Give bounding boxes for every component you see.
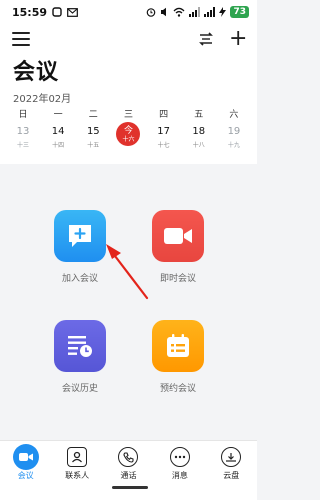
weekday-label: 六: [229, 110, 239, 120]
notification-icon: [52, 7, 62, 17]
tab-messages-label: 消息: [171, 471, 188, 480]
tab-cloud-label: 云盘: [223, 471, 240, 480]
history-icon: [54, 320, 106, 372]
lunar-label: 十八: [192, 142, 205, 149]
calendar-day[interactable]: 一 14 十四: [43, 107, 73, 149]
date-label: 15: [86, 126, 100, 137]
cloud-icon: [221, 447, 242, 467]
join-meeting-label: 加入会议: [61, 274, 98, 284]
lunar-label: 十五: [87, 142, 100, 149]
contacts-icon: [67, 447, 88, 467]
mail-icon: [67, 7, 78, 17]
join-meeting-button[interactable]: 加入会议: [40, 210, 120, 284]
meeting-history-button[interactable]: 会议历史: [40, 320, 120, 394]
meeting-history-label: 会议历史: [61, 384, 98, 394]
weekday-label: 日: [18, 110, 28, 120]
tab-calls-label: 通话: [120, 471, 137, 480]
today-marker: 今 十六: [116, 122, 141, 146]
message-icon: [169, 447, 190, 467]
lunar-label: 十七: [157, 142, 170, 149]
join-meeting-icon: [54, 210, 106, 262]
phone-icon: [118, 447, 139, 467]
tab-meeting[interactable]: 会议: [4, 444, 48, 500]
signal-icon: [189, 7, 201, 17]
mute-icon: [161, 7, 167, 17]
wifi-icon: [174, 7, 185, 17]
meeting-tab-icon: [12, 444, 39, 470]
lunar-label: 十四: [52, 142, 65, 149]
add-icon[interactable]: +: [229, 28, 247, 50]
signal-2-icon: [204, 7, 216, 17]
tab-cloud[interactable]: 云盘: [209, 447, 253, 500]
bottom-nav: 会议 联系人 通话 消息 云盘: [0, 440, 257, 500]
schedule-meeting-label: 预约会议: [159, 384, 196, 394]
instant-meeting-label: 即时会议: [159, 274, 196, 284]
lunar-label: 十三: [16, 142, 29, 149]
page-title: 会议: [13, 60, 60, 85]
month-label: 2022年02月: [13, 94, 72, 105]
weekday-label: 五: [194, 110, 204, 120]
calendar-day[interactable]: 四 17 十七: [149, 107, 179, 149]
status-bar: 15:59 73: [0, 0, 257, 24]
menu-icon[interactable]: [12, 32, 30, 48]
tab-meeting-label: 会议: [17, 471, 34, 480]
switch-icon[interactable]: [198, 31, 214, 47]
calendar-day[interactable]: 日 13 十三: [8, 107, 38, 149]
date-label: 17: [157, 126, 170, 137]
date-label: 19: [227, 126, 241, 137]
weekday-label: 二: [88, 110, 98, 120]
lunar-label: 十九: [227, 142, 240, 149]
tab-calls[interactable]: 通话: [106, 447, 150, 500]
calendar-day[interactable]: 五 18 十八: [184, 107, 214, 149]
date-label: 14: [51, 126, 65, 137]
instant-meeting-button[interactable]: 即时会议: [138, 210, 218, 284]
weekday-label: 四: [159, 110, 169, 120]
lunar-label: 十六: [122, 135, 135, 143]
battery-indicator: 73: [230, 6, 249, 18]
home-indicator[interactable]: [112, 486, 148, 489]
week-calendar: 日 13 十三 一 14 十四 二 15 十五 三 今 十六 四 17 十七 五: [0, 107, 257, 149]
weekday-label: 三: [123, 110, 133, 120]
calendar-icon: [152, 320, 204, 372]
header: + 会议 2022年02月 日 13 十三 一 14 十四 二 15 十五 三 …: [0, 24, 257, 164]
tab-contacts[interactable]: 联系人: [55, 447, 99, 500]
charging-icon: [219, 7, 227, 17]
date-label: 13: [16, 126, 30, 137]
tab-contacts-label: 联系人: [65, 471, 90, 480]
status-time: 15:59: [12, 5, 48, 19]
calendar-day[interactable]: 二 15 十五: [78, 107, 108, 149]
tab-messages[interactable]: 消息: [158, 447, 202, 500]
weekday-label: 一: [53, 110, 63, 120]
calendar-day-today[interactable]: 三 今 十六: [113, 107, 143, 149]
alarm-icon: [147, 8, 156, 17]
schedule-meeting-button[interactable]: 预约会议: [138, 320, 218, 394]
video-camera-icon: [152, 210, 204, 262]
calendar-day[interactable]: 六 19 十九: [219, 107, 249, 149]
date-label: 今: [123, 125, 133, 136]
date-label: 18: [192, 126, 206, 137]
